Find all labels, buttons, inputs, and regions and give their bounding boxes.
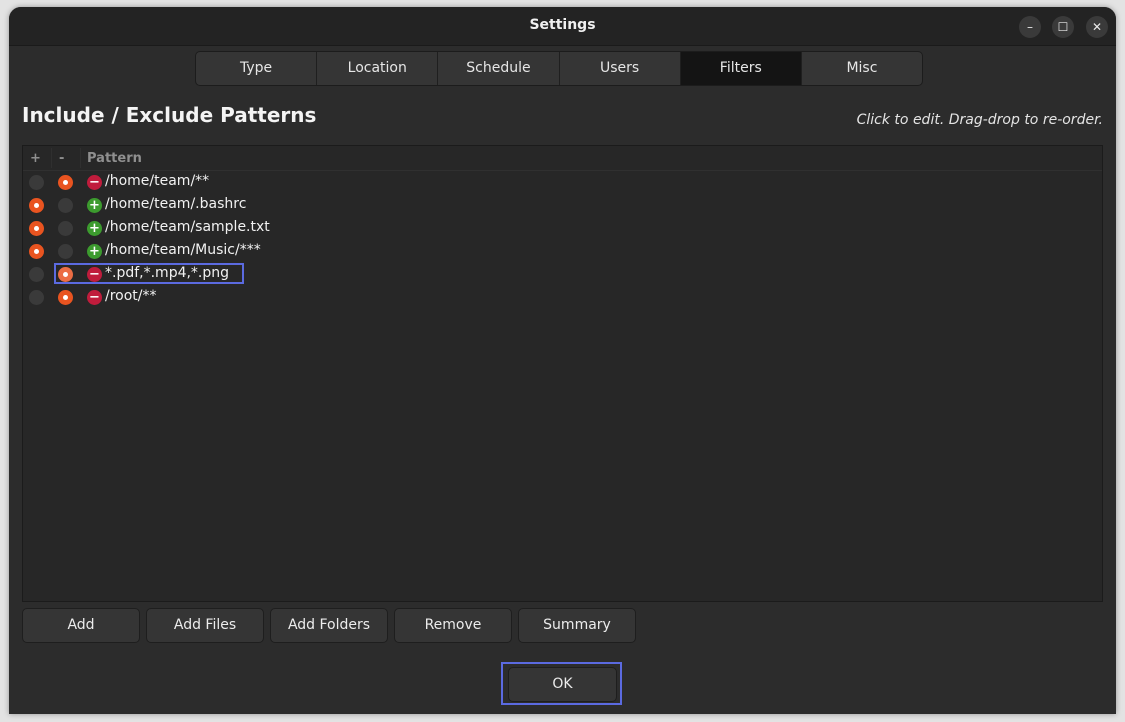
column-divider bbox=[80, 148, 81, 168]
maximize-icon[interactable]: ☐ bbox=[1052, 16, 1074, 38]
include-radio[interactable] bbox=[29, 175, 44, 190]
pattern-text[interactable]: /home/team/sample.txt bbox=[105, 219, 270, 235]
include-radio[interactable] bbox=[29, 244, 44, 259]
add-files-button[interactable]: Add Files bbox=[146, 608, 264, 643]
close-icon[interactable]: ✕ bbox=[1086, 16, 1108, 38]
include-radio[interactable] bbox=[29, 221, 44, 236]
column-divider bbox=[51, 148, 52, 168]
tab-location[interactable]: Location bbox=[317, 52, 439, 85]
pattern-list[interactable]: + - Pattern −/home/team/** +/home/team/.b… bbox=[22, 145, 1103, 602]
action-buttons: Add Add Files Add Folders Remove Summary bbox=[22, 608, 636, 643]
exclude-minus-icon: − bbox=[87, 175, 102, 190]
tab-filters[interactable]: Filters bbox=[680, 52, 802, 85]
pattern-row[interactable]: +/home/team/Music/*** bbox=[23, 240, 1102, 263]
include-radio[interactable] bbox=[29, 198, 44, 213]
include-plus-icon: + bbox=[87, 244, 102, 259]
tab-misc[interactable]: Misc bbox=[802, 52, 922, 85]
column-header-pattern[interactable]: Pattern bbox=[87, 151, 142, 166]
window-title: Settings bbox=[529, 17, 596, 33]
pattern-text[interactable]: /home/team/.bashrc bbox=[105, 196, 246, 212]
tab-bar: Type Location Schedule Users Filters Mis… bbox=[195, 51, 923, 86]
hint-text: Click to edit. Drag-drop to re-order. bbox=[856, 112, 1103, 128]
include-radio[interactable] bbox=[29, 290, 44, 305]
add-folders-button[interactable]: Add Folders bbox=[270, 608, 388, 643]
minimize-icon[interactable]: – bbox=[1019, 16, 1041, 38]
column-header-exclude[interactable]: - bbox=[59, 151, 64, 166]
section-heading: Include / Exclude Patterns bbox=[22, 103, 317, 127]
pattern-text[interactable]: /home/team/** bbox=[105, 173, 209, 189]
remove-button[interactable]: Remove bbox=[394, 608, 512, 643]
title-bar[interactable]: Settings – ☐ ✕ bbox=[9, 7, 1116, 46]
exclude-radio[interactable] bbox=[58, 175, 73, 190]
tab-type[interactable]: Type bbox=[196, 52, 318, 85]
pattern-row[interactable]: −/home/team/** bbox=[23, 171, 1102, 194]
exclude-minus-icon: − bbox=[87, 290, 102, 305]
ok-button[interactable]: OK bbox=[508, 667, 617, 702]
list-header: + - Pattern bbox=[23, 146, 1102, 171]
tab-users[interactable]: Users bbox=[560, 52, 681, 85]
pattern-row[interactable]: −/root/** bbox=[23, 286, 1102, 309]
exclude-radio[interactable] bbox=[58, 244, 73, 259]
pattern-row[interactable]: +/home/team/sample.txt bbox=[23, 217, 1102, 240]
exclude-radio[interactable] bbox=[58, 221, 73, 236]
exclude-radio[interactable] bbox=[58, 198, 73, 213]
pattern-row[interactable]: − *.pdf,*.mp4,*.png bbox=[23, 263, 1102, 286]
pattern-row[interactable]: +/home/team/.bashrc bbox=[23, 194, 1102, 217]
pattern-text[interactable]: /root/** bbox=[105, 288, 157, 304]
include-radio[interactable] bbox=[29, 267, 44, 282]
pattern-text[interactable]: *.pdf,*.mp4,*.png bbox=[105, 265, 229, 281]
column-header-include[interactable]: + bbox=[30, 151, 41, 166]
summary-button[interactable]: Summary bbox=[518, 608, 636, 643]
exclude-minus-icon: − bbox=[87, 267, 102, 282]
list-body: −/home/team/** +/home/team/.bashrc +/home/… bbox=[23, 171, 1102, 309]
include-plus-icon: + bbox=[87, 221, 102, 236]
tab-schedule[interactable]: Schedule bbox=[438, 52, 560, 85]
settings-window: Settings – ☐ ✕ Type Location Schedule Us… bbox=[9, 7, 1116, 714]
add-button[interactable]: Add bbox=[22, 608, 140, 643]
exclude-radio[interactable] bbox=[58, 290, 73, 305]
include-plus-icon: + bbox=[87, 198, 102, 213]
pattern-text[interactable]: /home/team/Music/*** bbox=[105, 242, 261, 258]
